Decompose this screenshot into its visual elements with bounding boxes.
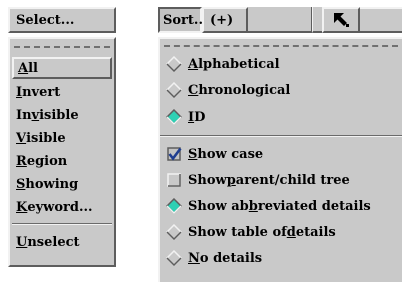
toolbar-spacer: [248, 7, 312, 33]
expand-button-label: (+): [210, 12, 234, 28]
menu-item-region[interactable]: Region: [12, 150, 112, 172]
mnemonic: U: [16, 234, 28, 250]
diamond-radio-selected-icon: [166, 198, 182, 214]
radio-id[interactable]: ID: [166, 106, 205, 128]
menu-item-keyword[interactable]: Keyword...: [12, 196, 112, 218]
checkbox-show-case[interactable]: Show case: [166, 143, 263, 165]
mnemonic: S: [16, 176, 26, 192]
checkbox-show-parent-child-tree[interactable]: Show p arent/child tree: [166, 169, 350, 191]
sort-menu: Sort... (+) Alphabetical C hronological …: [158, 7, 402, 282]
tear-off-line[interactable]: [14, 46, 110, 48]
radio-show-abbreviated-details[interactable]: Show ab b reviated details: [166, 195, 371, 217]
radio-no-details[interactable]: No details: [166, 247, 262, 269]
menu-item-unselect[interactable]: Unselect: [12, 231, 112, 253]
diamond-radio-icon: [166, 82, 182, 98]
mnemonic: v: [31, 107, 40, 123]
select-menu-button[interactable]: Select...: [8, 7, 116, 33]
sort-menu-button[interactable]: Sort...: [158, 7, 208, 33]
menu-item-showing[interactable]: Showing: [12, 173, 112, 195]
tear-off-line[interactable]: [164, 45, 398, 47]
sort-dropdown-panel: Alphabetical Chronological ID Show case: [158, 37, 402, 282]
sort-toolbar: Sort... (+): [158, 7, 402, 37]
radio-show-table-of-details[interactable]: Show table of d etails: [166, 221, 336, 243]
mnemonic: R: [16, 153, 27, 169]
radio-chronological[interactable]: Chronological: [166, 79, 290, 101]
radio-alphabetical[interactable]: Alphabetical: [166, 53, 280, 75]
mnemonic: p: [226, 172, 236, 188]
menu-item-invert[interactable]: Invert: [12, 81, 112, 103]
mnemonic: K: [16, 199, 28, 215]
menu-separator: [160, 135, 402, 137]
arrow-up-left-icon: [334, 13, 349, 27]
toolbar-spacer: [360, 7, 402, 33]
select-dropdown-panel: All Invert In v isible Visible Region Show…: [8, 37, 116, 267]
menu-item-visible[interactable]: Visible: [12, 127, 112, 149]
sort-menu-button-label: Sort...: [163, 12, 208, 28]
menu-item-all[interactable]: All: [12, 57, 112, 79]
diamond-radio-icon: [166, 224, 182, 240]
select-menu-button-label: Select...: [16, 12, 75, 28]
mnemonic: S: [188, 146, 198, 162]
mnemonic: N: [188, 250, 200, 266]
mnemonic: V: [16, 130, 27, 146]
select-menu: Select... All Invert In v isible Visible R…: [8, 7, 116, 267]
diamond-radio-icon: [166, 56, 182, 72]
mnemonic: d: [286, 224, 296, 240]
expand-button[interactable]: (+): [202, 7, 248, 33]
pointer-button[interactable]: [322, 7, 360, 33]
diamond-radio-icon: [166, 250, 182, 266]
checkbox-checked-icon: [167, 147, 182, 161]
mnemonic: A: [18, 60, 29, 76]
mnemonic: A: [188, 56, 199, 72]
diamond-radio-selected-icon: [166, 109, 182, 125]
mnemonic: C: [188, 82, 199, 98]
menu-item-invisible[interactable]: In v isible: [12, 104, 112, 126]
mnemonic: b: [248, 198, 258, 214]
checkbox-icon: [167, 173, 181, 187]
menu-separator: [12, 223, 112, 225]
toolbar-spacer: [312, 7, 322, 33]
